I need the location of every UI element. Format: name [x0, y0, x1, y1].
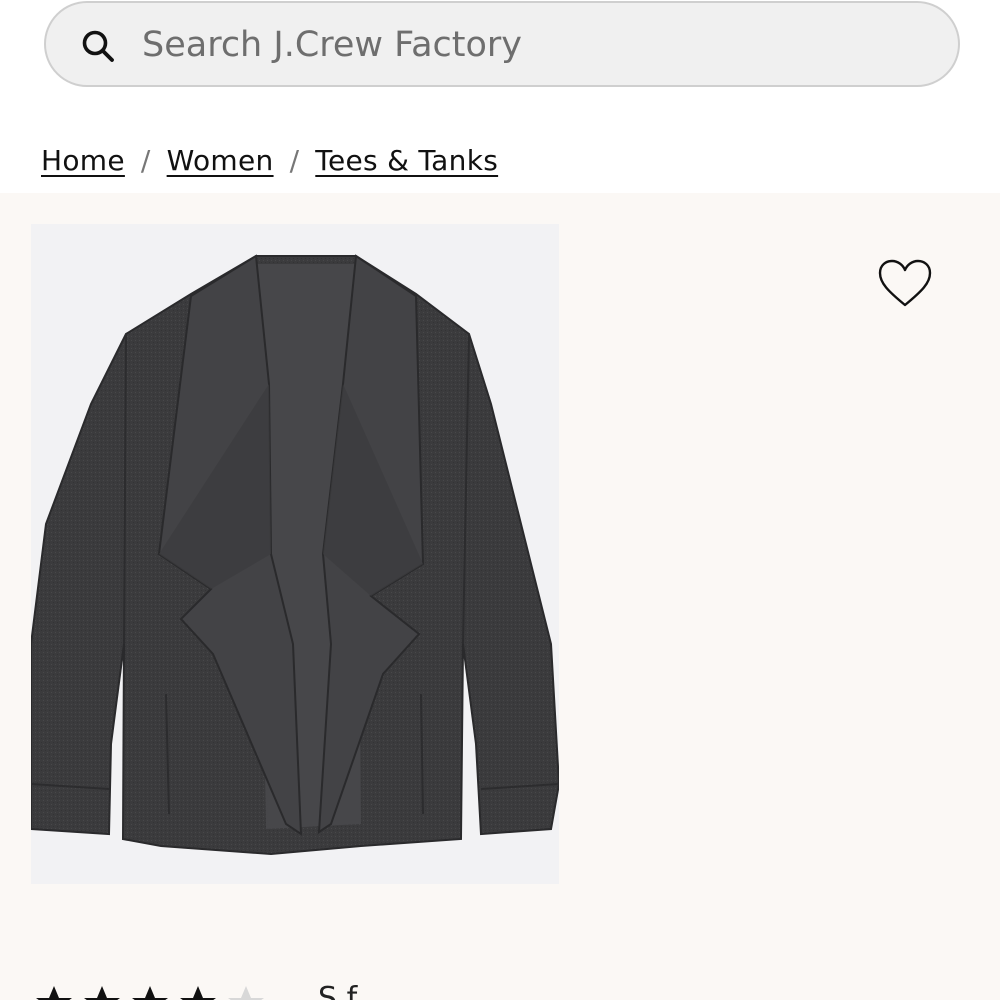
star-filled-icon [180, 986, 216, 1000]
product-page: Home / Women / Tees & Tanks [0, 0, 1000, 1000]
search-input[interactable] [142, 17, 922, 73]
star-filled-icon [84, 986, 120, 1000]
product-panel: S f [0, 193, 1000, 1000]
product-image[interactable] [31, 224, 559, 884]
breadcrumb-separator: / [140, 143, 151, 177]
search-icon[interactable] [80, 28, 116, 64]
breadcrumb-women[interactable]: Women [167, 144, 274, 177]
breadcrumb-home[interactable]: Home [41, 144, 125, 177]
star-filled-icon [36, 986, 72, 1000]
heart-outline-icon[interactable] [878, 259, 932, 309]
review-summary[interactable]: S f [318, 981, 357, 1000]
rating-stars[interactable] [34, 983, 274, 1000]
star-empty-icon [228, 986, 264, 1000]
breadcrumb: Home / Women / Tees & Tanks [41, 138, 498, 182]
breadcrumb-separator: / [289, 143, 300, 177]
star-filled-icon [132, 986, 168, 1000]
breadcrumb-tees-tanks[interactable]: Tees & Tanks [315, 144, 498, 177]
search-bar[interactable] [44, 1, 960, 87]
jacket-illustration [31, 254, 559, 856]
